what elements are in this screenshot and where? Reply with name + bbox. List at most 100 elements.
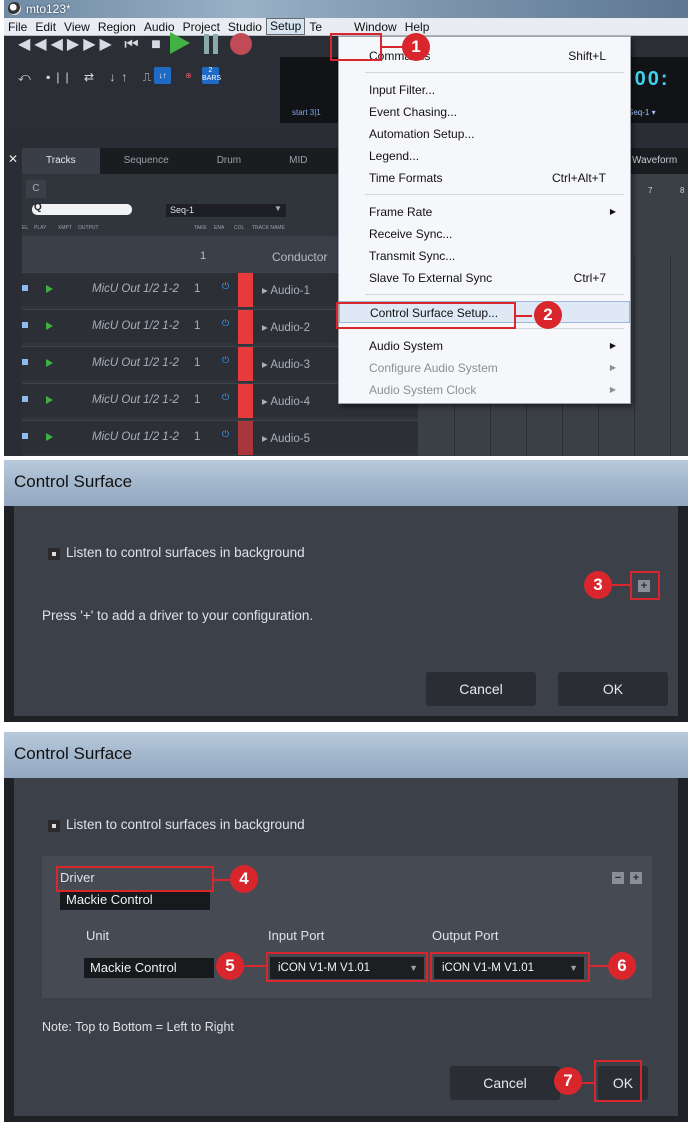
play-icon[interactable]: [170, 32, 190, 54]
app-icon: [8, 2, 21, 15]
sequence-select[interactable]: Seq-1: [166, 204, 286, 217]
track-color[interactable]: [238, 347, 253, 381]
menu-divider: [365, 72, 624, 73]
power-icon[interactable]: ⏻: [222, 281, 229, 292]
col-ena: ENA: [214, 225, 225, 231]
close-icon[interactable]: ✕: [8, 152, 18, 166]
track-select-marker: [22, 322, 28, 328]
highlight-box: [336, 302, 516, 329]
track-color[interactable]: [238, 384, 253, 418]
listen-checkbox[interactable]: [48, 548, 60, 560]
track-name-text: Audio-3: [270, 359, 310, 371]
search-input[interactable]: [32, 204, 132, 215]
bars-button[interactable]: 2 BARS: [202, 67, 221, 84]
callout-line: [514, 315, 532, 317]
menu-item-label: Event Chasing...: [369, 105, 458, 119]
track-color[interactable]: [238, 273, 253, 307]
menu-item-slave-external-sync[interactable]: Slave To External Sync Ctrl+7: [339, 267, 630, 289]
menu-item-input-filter[interactable]: Input Filter...: [339, 79, 630, 101]
play-icon[interactable]: [46, 396, 53, 404]
menu-setup[interactable]: Setup: [265, 18, 306, 35]
col-el: EL: [22, 225, 29, 231]
play-icon[interactable]: [46, 285, 53, 293]
track-row[interactable]: MicU Out 1/2 1-2 1 ⏻ ▸ Audio-5: [22, 420, 418, 455]
seq-label[interactable]: Seq-1 ▾: [628, 108, 656, 117]
track-output[interactable]: MicU Out 1/2 1-2: [92, 283, 179, 295]
menu-item-label: Automation Setup...: [369, 127, 475, 141]
cancel-button[interactable]: Cancel: [450, 1066, 560, 1100]
track-color[interactable]: [238, 421, 253, 455]
menu-item-transmit-sync[interactable]: Transmit Sync...: [339, 245, 630, 267]
track-name[interactable]: ▸ Audio-4: [262, 394, 310, 408]
tab-drum[interactable]: Drum: [193, 148, 265, 174]
power-icon[interactable]: ⏻: [222, 429, 229, 440]
window-title: mto123*: [26, 2, 71, 16]
track-output[interactable]: MicU Out 1/2 1-2: [92, 357, 179, 369]
col-play: PLAY: [34, 225, 47, 231]
transport-tools-icons[interactable]: ⤺ ▪|| ⇄ ↓↑ ⎍⌶: [18, 70, 170, 85]
menu-te[interactable]: Te: [305, 18, 326, 36]
tab-tracks[interactable]: Tracks: [22, 148, 100, 174]
menu-item-shortcut: Shift+L: [568, 49, 606, 63]
track-output[interactable]: MicU Out 1/2 1-2: [92, 394, 179, 406]
track-name[interactable]: ▸ Audio-1: [262, 283, 310, 297]
menu-item-label: Audio System Clock: [369, 383, 477, 397]
add-icon[interactable]: ⊕: [180, 67, 197, 84]
power-icon[interactable]: ⏻: [222, 318, 229, 329]
control-surface-dialog-configured: Control Surface Listen to control surfac…: [4, 732, 688, 1122]
step-badge: 6: [608, 952, 636, 980]
daw-window: mto123* File Edit View Region Audio Proj…: [4, 0, 688, 456]
callout-line: [244, 965, 268, 967]
menu-divider: [365, 194, 624, 195]
callout-line: [212, 879, 230, 881]
start-label: start 3|1: [292, 108, 321, 117]
menu-file[interactable]: File: [4, 18, 31, 36]
pause-icon[interactable]: [204, 34, 218, 54]
remove-driver-button[interactable]: −: [612, 872, 624, 884]
track-name[interactable]: ▸ Audio-5: [262, 431, 310, 445]
track-name[interactable]: ▸ Audio-2: [262, 320, 310, 334]
play-icon[interactable]: [46, 433, 53, 441]
ok-button[interactable]: OK: [558, 672, 668, 706]
col-output: OUTPUT: [78, 225, 99, 231]
menu-item-audio-system-clock: Audio System Clock ▶: [339, 379, 630, 401]
driver-select[interactable]: Mackie Control: [60, 890, 210, 910]
menu-item-automation-setup[interactable]: Automation Setup...: [339, 123, 630, 145]
menu-item-event-chasing[interactable]: Event Chasing...: [339, 101, 630, 123]
play-icon[interactable]: [46, 322, 53, 330]
menu-item-receive-sync[interactable]: Receive Sync...: [339, 223, 630, 245]
menu-item-audio-system[interactable]: Audio System ▶: [339, 335, 630, 357]
menu-item-legend[interactable]: Legend...: [339, 145, 630, 167]
dialog-title: Control Surface: [14, 472, 133, 491]
menu-item-time-formats[interactable]: Time Formats Ctrl+Alt+T: [339, 167, 630, 189]
record-icon[interactable]: [230, 33, 252, 55]
grid-line: [670, 256, 671, 456]
unit-field[interactable]: Mackie Control: [84, 958, 214, 978]
track-output[interactable]: MicU Out 1/2 1-2: [92, 431, 179, 443]
menu-edit[interactable]: Edit: [31, 18, 60, 36]
power-icon[interactable]: ⏻: [222, 355, 229, 366]
track-name[interactable]: ▸ Audio-3: [262, 357, 310, 371]
play-icon[interactable]: [46, 359, 53, 367]
mode-button-icon[interactable]: ↓↑: [154, 67, 171, 84]
cancel-button[interactable]: Cancel: [426, 672, 536, 706]
power-icon[interactable]: ⏻: [222, 392, 229, 403]
track-take: 1: [194, 320, 201, 332]
tab-sequence[interactable]: Sequence: [100, 148, 193, 174]
track-color[interactable]: [238, 310, 253, 344]
tab-midi[interactable]: MID: [265, 148, 331, 174]
highlight-box: [266, 952, 428, 982]
conductor-label: Conductor: [272, 250, 328, 264]
tab-waveform[interactable]: Waveform: [632, 148, 677, 174]
menu-view[interactable]: View: [60, 18, 94, 36]
c-button[interactable]: C: [26, 180, 46, 198]
menu-region[interactable]: Region: [94, 18, 140, 36]
add-driver-button[interactable]: +: [630, 872, 642, 884]
listen-checkbox[interactable]: [48, 820, 60, 832]
transport-rewind-icons[interactable]: ◀◀◀▶▶▶ ⏮ ■: [18, 34, 165, 54]
submenu-arrow-icon: ▶: [609, 207, 616, 216]
col-track-name: TRACK NAME: [252, 225, 285, 231]
menu-item-commands[interactable]: Commands Shift+L: [339, 45, 630, 67]
menu-item-frame-rate[interactable]: Frame Rate ▶: [339, 201, 630, 223]
track-output[interactable]: MicU Out 1/2 1-2: [92, 320, 179, 332]
